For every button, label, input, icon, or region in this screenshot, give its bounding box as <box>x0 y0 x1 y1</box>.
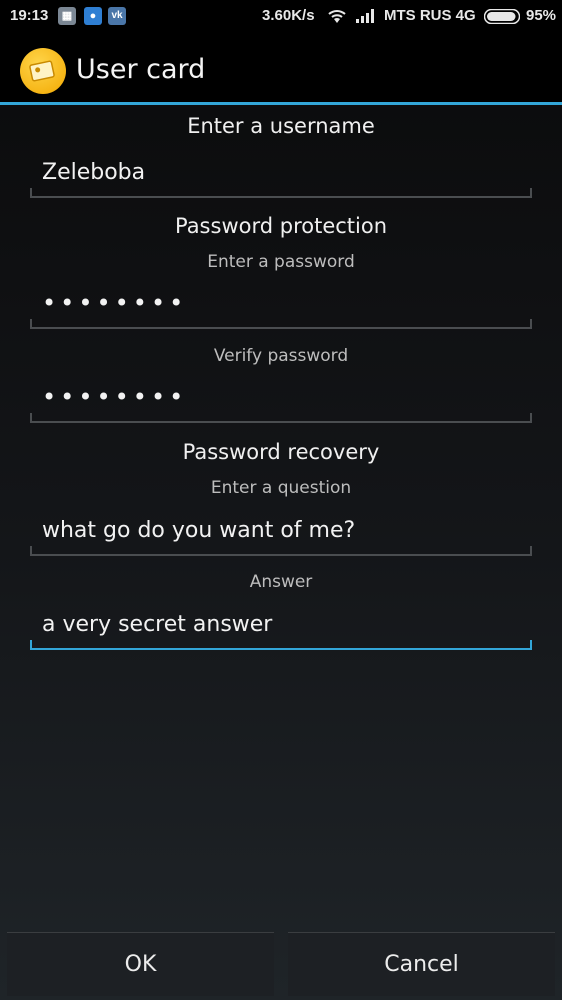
question-field[interactable]: what go do you want of me? <box>30 512 532 556</box>
question-label: Enter a question <box>210 478 352 498</box>
answer-field[interactable]: a very secret answer <box>30 606 532 650</box>
network-speed: 3.60K/s <box>262 7 315 24</box>
wifi-icon <box>328 10 346 23</box>
carrier-name: MTS RUS 4G <box>384 7 476 24</box>
battery-percent: 95% <box>526 7 557 24</box>
password-field[interactable]: •••••••• <box>30 285 532 329</box>
battery-icon <box>484 9 520 24</box>
username-field[interactable]: Zeleboba <box>30 154 532 198</box>
password-recovery-title: Password recovery <box>182 440 380 464</box>
cancel-button[interactable]: Cancel <box>288 932 555 996</box>
messaging-app-icon: ● <box>84 7 102 25</box>
status-time: 19:13 <box>10 7 49 24</box>
ok-button[interactable]: OK <box>7 932 274 996</box>
verify-password-value: •••••••• <box>42 383 188 411</box>
vk-icon: vk <box>108 7 126 25</box>
answer-label: Answer <box>249 572 313 592</box>
answer-value: a very secret answer <box>42 612 273 637</box>
page-title: User card <box>76 54 206 85</box>
signal-icon <box>356 9 374 23</box>
verify-password-field[interactable]: •••••••• <box>30 379 532 423</box>
username-value: Zeleboba <box>42 160 146 185</box>
password-protection-title: Password protection <box>174 214 388 238</box>
password-label: Enter a password <box>207 252 355 272</box>
username-section-title: Enter a username <box>187 114 375 138</box>
wallet-app-icon[interactable] <box>20 48 66 94</box>
password-value: •••••••• <box>42 289 188 317</box>
notification-app-icon: ▦ <box>58 7 76 25</box>
status-bar: 19:13 ▦ ● vk 3.60K/s MTS RUS 4G 95% <box>0 0 562 32</box>
button-bar: OK Cancel <box>0 930 562 1000</box>
question-value: what go do you want of me? <box>42 518 356 543</box>
verify-password-label: Verify password <box>213 346 349 366</box>
action-bar: User card <box>0 32 562 105</box>
